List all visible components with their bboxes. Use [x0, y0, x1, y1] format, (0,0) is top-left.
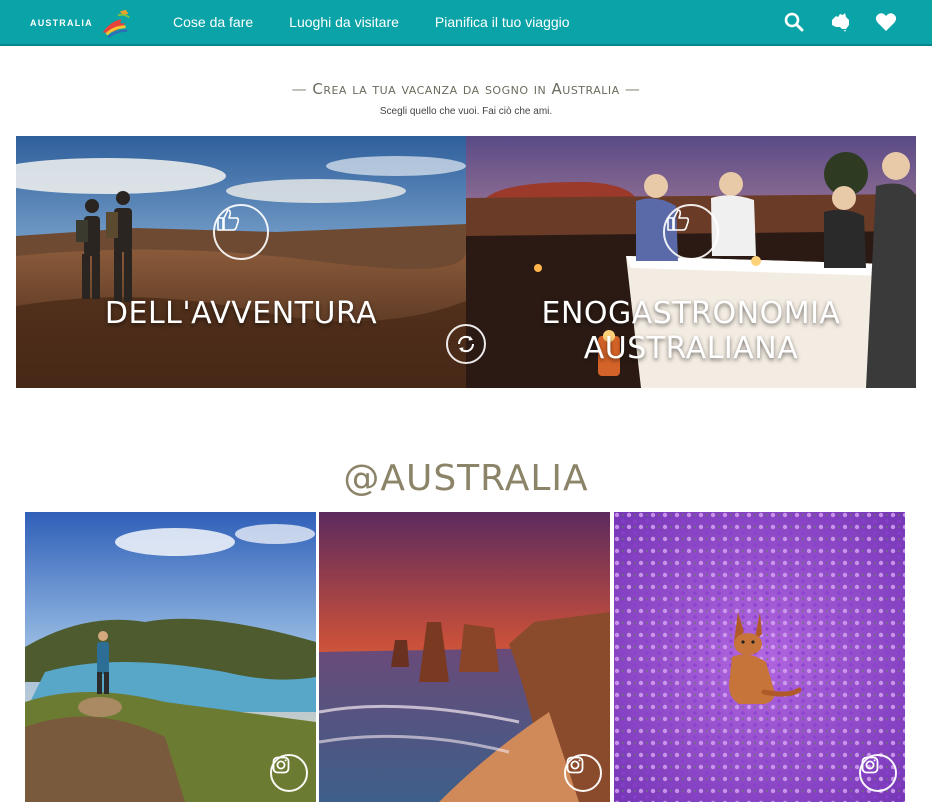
tagline-text: Crea la tua vacanza da sogno in Australi… — [312, 80, 620, 98]
adventure-title: DELL'AVVENTURA — [104, 296, 378, 331]
nav-bar-shadow — [0, 44, 932, 46]
instagram-photo-apostles[interactable] — [319, 512, 610, 802]
search-icon[interactable] — [782, 10, 806, 34]
main-nav: Cose da fare Luoghi da visitare Pianific… — [173, 0, 606, 44]
like-adventure-button[interactable] — [213, 204, 269, 260]
instagram-handle[interactable]: @AUSTRALIA — [0, 458, 932, 499]
instagram-photo-kangaroo[interactable] — [614, 512, 905, 802]
food-wine-title: ENOGASTRONOMIA AUSTRALIANA — [541, 296, 841, 366]
thumbs-up-icon — [667, 209, 690, 231]
kangaroo-logo-icon — [102, 9, 130, 39]
nav-item-pianifica-viaggio[interactable]: Pianifica il tuo viaggio — [435, 14, 570, 30]
australia-map-icon[interactable] — [828, 10, 852, 34]
like-food-wine-button[interactable] — [663, 204, 719, 260]
instagram-badge[interactable] — [859, 754, 897, 792]
refresh-icon — [457, 335, 475, 353]
instagram-icon — [861, 756, 879, 774]
tagline: — Crea la tua vacanza da sogno in Austra… — [0, 80, 932, 98]
tagline-dash-right: — — [619, 80, 641, 98]
subtitle: Scegli quello che vuoi. Fai ciò che ami. — [379, 106, 553, 117]
hero-carousel: DELL'AVVENTURA ENOGASTRONOMIA AUSTRALIAN… — [16, 136, 916, 388]
thumbs-up-icon — [217, 209, 240, 231]
logo-text: AUSTRALIA — [30, 18, 93, 28]
instagram-badge[interactable] — [270, 754, 308, 792]
instagram-icon — [566, 756, 584, 774]
header-actions — [760, 0, 898, 44]
australia-logo[interactable]: AUSTRALIA — [30, 4, 135, 42]
instagram-photo-coast[interactable] — [25, 512, 316, 802]
instagram-icon — [272, 756, 290, 774]
adventure-photo — [16, 136, 466, 388]
instagram-badge[interactable] — [564, 754, 602, 792]
nav-item-cose-da-fare[interactable]: Cose da fare — [173, 14, 253, 30]
tagline-dash-left: — — [291, 80, 313, 98]
nav-item-luoghi-da-visitare[interactable]: Luoghi da visitare — [289, 14, 399, 30]
adventure-tile[interactable]: DELL'AVVENTURA — [16, 136, 466, 388]
food-wine-tile[interactable]: ENOGASTRONOMIA AUSTRALIANA — [466, 136, 916, 388]
heart-icon[interactable] — [874, 10, 898, 34]
shuffle-button[interactable] — [446, 324, 486, 364]
